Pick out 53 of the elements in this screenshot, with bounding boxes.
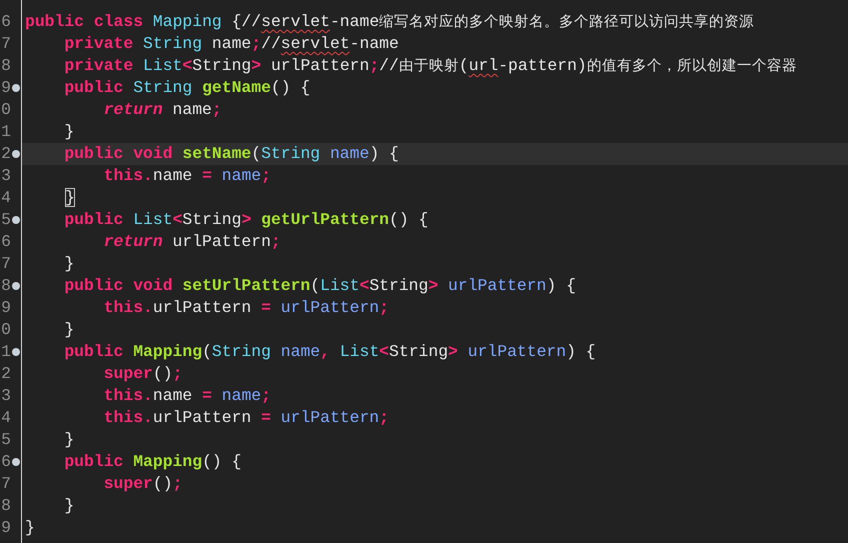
- collapse-icon[interactable]: [12, 458, 20, 466]
- collapse-icon[interactable]: [12, 216, 20, 224]
- code-line: }: [63, 495, 76, 517]
- line-number: 3: [1, 385, 11, 407]
- line-number: 9: [1, 77, 11, 99]
- line-number: 0: [1, 319, 11, 341]
- code-line: this.urlPattern = urlPattern;: [102, 407, 390, 429]
- collapse-icon[interactable]: [12, 150, 20, 158]
- line-number: 7: [1, 473, 11, 495]
- code-line: public Mapping(String name, List<String> urlPattern) {: [63, 341, 597, 363]
- line-number: 7: [1, 253, 11, 275]
- line-number: 9: [1, 517, 11, 539]
- line-number: 6: [1, 451, 11, 473]
- code-line: return name;: [102, 99, 223, 121]
- line-number: 3: [1, 165, 11, 187]
- line-number: 9: [1, 297, 11, 319]
- code-line: }: [63, 253, 76, 275]
- code-line: public Mapping() {: [63, 451, 242, 473]
- line-number: 4: [1, 187, 11, 209]
- code-line: }: [63, 429, 76, 451]
- line-number: 8: [1, 275, 11, 297]
- line-number: 5: [1, 209, 11, 231]
- line-number: 5: [1, 429, 11, 451]
- code-line: return urlPattern;: [102, 231, 282, 253]
- line-number: 7: [1, 33, 11, 55]
- collapse-icon[interactable]: [12, 348, 20, 356]
- code-line: private List<String> urlPattern;//由于映射(url-pattern)的值有多个，所以创建一个容器: [63, 55, 798, 77]
- line-number: 0: [1, 99, 11, 121]
- code-line: this.urlPattern = urlPattern;: [102, 297, 390, 319]
- line-number: 2: [1, 143, 11, 165]
- code-line: super();: [102, 363, 184, 385]
- code-line: public void setUrlPattern(List<String> urlPattern) {: [63, 275, 577, 297]
- code-line: public class Mapping {//servlet-name缩写名对应的多个映射名。多个路径可以访问共享的资源: [24, 11, 756, 33]
- line-number: 8: [1, 55, 11, 77]
- line-number: 8: [1, 495, 11, 517]
- code-line: }: [64, 187, 76, 209]
- collapse-icon[interactable]: [12, 84, 20, 92]
- code-line: }: [63, 121, 76, 143]
- line-number: 1: [1, 341, 11, 363]
- line-number: 2: [1, 363, 11, 385]
- code-line: public List<String> getUrlPattern() {: [63, 209, 430, 231]
- code-line: }: [24, 517, 36, 539]
- code-line: }: [63, 319, 76, 341]
- code-line: this.name = name;: [102, 385, 272, 407]
- line-number: 6: [1, 231, 11, 253]
- code-line: public String getName() {: [63, 77, 312, 99]
- code-line: super();: [102, 473, 184, 495]
- line-number: 4: [1, 407, 11, 429]
- line-number: 1: [1, 121, 11, 143]
- line-number: 6: [1, 11, 11, 33]
- code-line: this.name = name;: [102, 165, 272, 187]
- code-line: private String name;//servlet-name: [63, 33, 400, 55]
- collapse-icon[interactable]: [12, 282, 20, 290]
